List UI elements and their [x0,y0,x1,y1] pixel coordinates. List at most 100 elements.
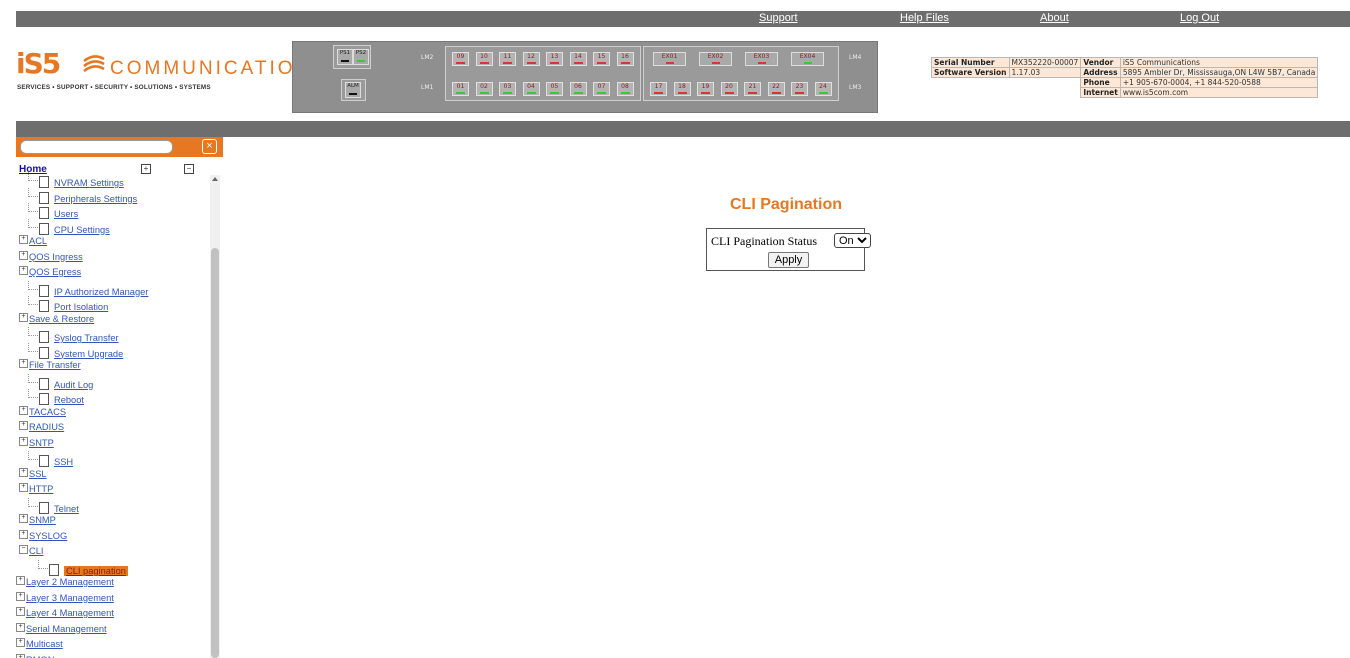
support-link[interactable]: Support [759,12,798,24]
port-03[interactable]: 03 [499,82,516,96]
close-icon[interactable]: × [202,139,217,154]
sidebar-item-nvram-settings[interactable]: NVRAM Settings [28,172,124,188]
expand-icon[interactable]: + [19,436,28,446]
port-14[interactable]: 14 [569,52,587,66]
port-24[interactable]: 24 [814,82,832,96]
port-05[interactable]: 05 [546,82,563,96]
expand-icon[interactable]: + [19,529,28,539]
sidebar-item-acl[interactable]: + ACL [19,234,47,249]
expand-icon[interactable]: + [19,235,28,244]
expand-icon[interactable]: + [16,607,25,616]
document-icon [39,176,49,188]
sidebar-item-rmon[interactable]: +RMON [16,653,54,658]
expand-icon[interactable]: + [19,359,28,368]
port-16[interactable]: 16 [616,52,634,66]
port-19[interactable]: 19 [697,82,714,96]
port-ex01[interactable]: EX01 [653,52,686,66]
ps2-indicator[interactable]: PS2 [353,49,369,65]
port-22[interactable]: 22 [767,82,785,96]
expand-icon[interactable]: + [19,467,28,477]
port-13[interactable]: 13 [546,52,563,66]
sidebar-item-label: HTTP [29,484,54,494]
scroll-up-icon[interactable] [212,177,218,181]
sidebar-item-qos-ingress[interactable]: + QOS Ingress [19,250,83,265]
sidebar-item-layer-2-management[interactable]: + Layer 2 Management [16,575,114,590]
port-07[interactable]: 07 [593,82,610,96]
sidebar-scrollbar[interactable] [210,175,220,658]
port-01[interactable]: 01 [452,82,469,96]
sidebar-item-qos-egress[interactable]: + QOS Egress [19,265,81,280]
expand-icon[interactable]: + [19,483,28,492]
expand-icon[interactable]: + [16,591,25,601]
port-21[interactable]: 21 [744,82,761,96]
collapse-icon[interactable]: − [19,545,28,554]
sidebar-item-audit-log[interactable]: Audit Log [28,373,93,390]
cli-pagination-status-select[interactable]: OnOff [834,233,871,248]
sidebar-item-http[interactable]: + HTTP [19,482,53,497]
port-ex04[interactable]: EX04 [791,52,824,66]
expand-icon[interactable]: + [19,514,28,523]
expand-icon[interactable]: + [19,266,28,275]
expand-icon[interactable]: + [16,653,25,658]
port-20[interactable]: 20 [720,82,738,96]
collapse-all-icon[interactable]: − [184,164,194,174]
sidebar-item-multicast[interactable]: + Multicast [16,637,63,652]
port-17[interactable]: 17 [650,82,667,96]
expand-icon[interactable]: + [19,250,28,260]
port-led [479,92,489,94]
sidebar-item-users[interactable]: Users [28,203,78,219]
expand-icon[interactable]: + [16,622,25,632]
port-04[interactable]: 04 [522,82,540,96]
port-02[interactable]: 02 [475,82,493,96]
port-ex02[interactable]: EX02 [699,52,732,66]
ps1-indicator[interactable]: PS1 [337,49,353,65]
sidebar-item-system-upgrade[interactable]: System Upgrade [28,342,123,359]
port-label: 21 [748,83,757,90]
expand-icon[interactable]: + [19,312,28,322]
document-icon [39,207,49,219]
sidebar-item-telnet[interactable]: Telnet [28,497,79,514]
sidebar-item-save-restore[interactable]: + Save & Restore [19,312,94,327]
sidebar-item-port-isolation[interactable]: Port Isolation [28,296,108,312]
sidebar-item-ssh[interactable]: SSH [28,451,73,467]
help-files-link[interactable]: Help Files [900,12,949,24]
expand-all-icon[interactable]: + [141,164,151,174]
expand-icon[interactable]: + [16,638,25,647]
scrollbar-thumb[interactable] [211,248,219,658]
sidebar-item-layer-3-management[interactable]: + Layer 3 Management [16,591,114,606]
sidebar-item-syslog-transfer[interactable]: Syslog Transfer [28,327,119,343]
port-ex03[interactable]: EX03 [745,52,778,66]
sidebar-item-file-transfer[interactable]: + File Transfer [19,358,81,373]
port-15[interactable]: 15 [593,52,610,66]
port-11[interactable]: 11 [499,52,516,66]
sidebar-item-tacacs[interactable]: + TACACS [19,405,66,420]
about-link[interactable]: About [1040,12,1069,24]
port-23[interactable]: 23 [791,82,808,96]
sidebar-item-reboot[interactable]: Reboot [28,389,84,405]
port-10[interactable]: 10 [475,52,493,66]
sidebar-item-cpu-settings[interactable]: CPU Settings [28,218,110,235]
sidebar-item-layer-4-management[interactable]: + Layer 4 Management [16,606,114,621]
sidebar-item-cli[interactable]: − CLI [19,544,43,559]
apply-button[interactable]: Apply [768,252,809,268]
sidebar-item-ssl[interactable]: + SSL [19,467,47,482]
sidebar-item-syslog[interactable]: + SYSLOG [19,529,67,544]
port-09[interactable]: 09 [452,52,469,66]
sidebar-item-serial-management[interactable]: + Serial Management [16,622,107,637]
port-06[interactable]: 06 [569,82,587,96]
sidebar-item-sntp[interactable]: + SNTP [19,436,54,451]
expand-icon[interactable]: + [19,405,28,415]
sidebar-item-cli-pagination[interactable]: CLI pagination [38,559,128,576]
sidebar-item-snmp[interactable]: + SNMP [19,513,56,528]
alm-indicator[interactable]: ALM [345,82,361,98]
logout-link[interactable]: Log Out [1180,12,1219,24]
port-18[interactable]: 18 [673,82,691,96]
sidebar-item-ip-authorized-manager[interactable]: IP Authorized Manager [28,280,148,297]
expand-icon[interactable]: + [16,576,25,585]
sidebar-item-peripherals-settings[interactable]: Peripherals Settings [28,187,137,204]
port-08[interactable]: 08 [616,82,634,96]
port-12[interactable]: 12 [522,52,540,66]
sidebar-item-radius[interactable]: + RADIUS [19,420,64,435]
menu-search-input[interactable] [20,140,173,154]
expand-icon[interactable]: + [19,421,28,430]
